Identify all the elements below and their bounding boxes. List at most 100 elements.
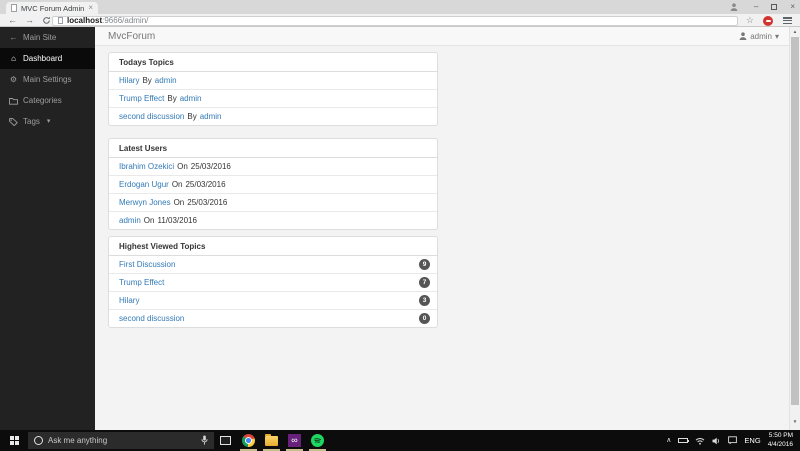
list-item: second discussion By admin bbox=[109, 108, 437, 125]
speaker-icon[interactable] bbox=[712, 432, 721, 450]
action-center-icon[interactable] bbox=[728, 432, 738, 450]
adblock-extension-icon[interactable] bbox=[763, 15, 773, 26]
close-window-button[interactable]: × bbox=[790, 2, 795, 11]
admin-sidebar: ← Main Site ⌂ Dashboard ⚙ Main Settings … bbox=[0, 27, 95, 430]
page-scrollbar[interactable]: ▲ ▼ bbox=[789, 27, 800, 430]
topic-link[interactable]: second discussion bbox=[119, 112, 184, 121]
browser-menu-icon[interactable] bbox=[783, 17, 792, 24]
topic-link[interactable]: First Discussion bbox=[119, 260, 175, 269]
chevron-down-icon: ▾ bbox=[46, 118, 51, 125]
author-link[interactable]: admin bbox=[155, 76, 177, 85]
url-path: :9666/admin/ bbox=[102, 15, 149, 25]
tray-expand-chevron-icon[interactable]: ∧ bbox=[666, 437, 671, 445]
system-tray: ∧ ENG 5:50 PM 4/4/2016 bbox=[666, 432, 800, 450]
start-button[interactable] bbox=[0, 430, 28, 451]
author-link[interactable]: admin bbox=[180, 94, 202, 103]
chevron-down-icon: ▾ bbox=[774, 31, 779, 41]
cortana-icon bbox=[34, 436, 43, 445]
person-icon bbox=[739, 32, 747, 40]
tab-close-icon[interactable]: × bbox=[88, 4, 93, 12]
home-icon: ⌂ bbox=[11, 54, 16, 63]
taskbar-file-explorer-button[interactable] bbox=[260, 430, 283, 451]
back-icon[interactable]: ← bbox=[8, 14, 17, 27]
by-label: By bbox=[187, 112, 197, 121]
taskbar-spotify-button[interactable] bbox=[306, 430, 329, 451]
user-link[interactable]: admin bbox=[119, 216, 141, 225]
refresh-icon[interactable] bbox=[42, 16, 51, 25]
task-view-icon bbox=[220, 436, 231, 445]
join-date: 25/03/2016 bbox=[190, 162, 231, 171]
scroll-up-icon[interactable]: ▲ bbox=[790, 27, 800, 36]
file-explorer-icon bbox=[265, 433, 278, 446]
topic-link[interactable]: Hilary bbox=[119, 296, 139, 305]
author-link[interactable]: admin bbox=[200, 112, 222, 121]
panel-todays-topics: Todays Topics Hilary By admin Trump Effect… bbox=[108, 52, 438, 126]
view-count-badge: 9 bbox=[419, 259, 430, 270]
folder-icon bbox=[9, 97, 18, 105]
sidebar-item-label: Main Settings bbox=[23, 75, 72, 84]
search-placeholder: Ask me anything bbox=[48, 436, 108, 445]
scrollbar-thumb[interactable] bbox=[791, 37, 799, 405]
topic-link[interactable]: Hilary bbox=[119, 76, 139, 85]
sidebar-item-label: Categories bbox=[23, 96, 62, 105]
user-link[interactable]: Erdogan Ugur bbox=[119, 180, 169, 189]
bookmark-star-icon[interactable]: ☆ bbox=[746, 15, 754, 26]
page-icon[interactable] bbox=[58, 17, 63, 24]
brand-title[interactable]: MvcForum bbox=[108, 31, 155, 42]
by-label: By bbox=[167, 94, 177, 103]
network-icon[interactable] bbox=[695, 432, 705, 450]
cortana-search-box[interactable]: Ask me anything bbox=[28, 432, 214, 449]
browser-toolbar: ← → localhost:9666/admin/ ☆ bbox=[0, 14, 800, 27]
sidebar-item-categories[interactable]: Categories bbox=[0, 90, 95, 111]
join-date: 11/03/2016 bbox=[157, 216, 197, 225]
forward-icon[interactable]: → bbox=[25, 14, 34, 27]
by-label: By bbox=[142, 76, 152, 85]
sidebar-item-tags[interactable]: Tags ▾ bbox=[0, 111, 95, 132]
restore-button[interactable] bbox=[771, 3, 778, 10]
topic-link[interactable]: Trump Effect bbox=[119, 278, 164, 287]
language-indicator[interactable]: ENG bbox=[744, 436, 760, 445]
taskbar-clock[interactable]: 5:50 PM 4/4/2016 bbox=[768, 432, 793, 450]
sidebar-item-main-settings[interactable]: ⚙ Main Settings bbox=[0, 69, 95, 90]
list-item: Merwyn Jones On 25/03/2016 bbox=[109, 194, 437, 212]
on-label: On bbox=[171, 180, 183, 189]
topic-link[interactable]: second discussion bbox=[119, 314, 184, 323]
user-menu[interactable]: admin ▾ bbox=[739, 32, 779, 41]
scroll-down-icon[interactable]: ▼ bbox=[790, 417, 800, 426]
join-date: 25/03/2016 bbox=[187, 198, 228, 207]
on-label: On bbox=[177, 162, 188, 171]
list-item: First Discussion 9 bbox=[109, 256, 437, 274]
url-text[interactable]: localhost:9666/admin/ bbox=[67, 16, 148, 26]
list-item: second discussion 0 bbox=[109, 310, 437, 327]
arrow-left-icon: ← bbox=[9, 33, 18, 42]
gears-icon: ⚙ bbox=[9, 75, 18, 84]
windows-logo-icon bbox=[9, 436, 19, 445]
view-count-badge: 3 bbox=[419, 295, 430, 306]
task-view-button[interactable] bbox=[214, 430, 237, 451]
address-bar[interactable]: localhost:9666/admin/ bbox=[52, 15, 738, 26]
top-navbar: MvcForum admin ▾ bbox=[95, 27, 789, 46]
taskbar-chrome-button[interactable] bbox=[237, 430, 260, 451]
sidebar-item-dashboard[interactable]: ⌂ Dashboard bbox=[0, 48, 95, 69]
browser-tab[interactable]: MVC Forum Admin × bbox=[6, 2, 98, 14]
browser-tabstrip: MVC Forum Admin × – × bbox=[0, 0, 800, 14]
admin-content: MvcForum admin ▾ Todays Topics Hilary By a… bbox=[95, 27, 789, 430]
user-link[interactable]: Ibrahim Ozekici bbox=[119, 162, 174, 171]
panel-latest-users: Latest Users Ibrahim Ozekici On 25/03/2016… bbox=[108, 138, 438, 230]
battery-icon[interactable] bbox=[678, 438, 690, 443]
list-item: admin On 11/03/2016 bbox=[109, 212, 437, 229]
sidebar-item-main-site[interactable]: ← Main Site bbox=[0, 27, 95, 48]
list-item: Hilary 3 bbox=[109, 292, 437, 310]
join-date: 25/03/2016 bbox=[185, 180, 226, 189]
minimize-button[interactable]: – bbox=[754, 2, 758, 11]
microphone-icon[interactable] bbox=[201, 435, 208, 446]
on-label: On bbox=[143, 216, 155, 225]
panel-title: Todays Topics bbox=[109, 53, 437, 72]
user-link[interactable]: Merwyn Jones bbox=[119, 198, 171, 207]
tab-title: MVC Forum Admin bbox=[21, 3, 85, 13]
topic-link[interactable]: Trump Effect bbox=[119, 94, 164, 103]
clock-date: 4/4/2016 bbox=[767, 440, 793, 448]
sidebar-item-label: Main Site bbox=[23, 33, 57, 42]
taskbar-visual-studio-button[interactable]: ∞ bbox=[283, 430, 306, 451]
list-item: Trump Effect By admin bbox=[109, 90, 437, 108]
